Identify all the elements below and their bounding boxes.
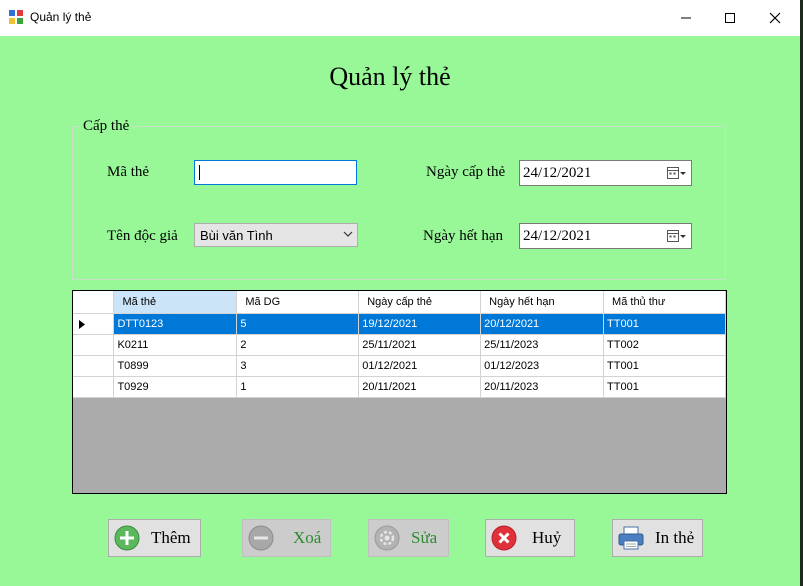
print-card-button-label: In thẻ: [655, 528, 695, 547]
group-title: Cấp thẻ: [80, 118, 133, 135]
delete-button-label: Xoá: [293, 528, 322, 547]
row-header[interactable]: [73, 313, 115, 335]
row-header[interactable]: [73, 334, 115, 356]
cell[interactable]: 3: [236, 355, 360, 377]
cards-data-grid[interactable]: Mã thẻ Mã DG Ngày cấp thẻ Ngày hết hạn M…: [72, 290, 727, 494]
reader-name-value: Bùi văn Tình: [200, 228, 273, 243]
cancel-button[interactable]: Huỷ: [485, 519, 575, 557]
printer-icon: [618, 526, 644, 550]
column-header-ma-the[interactable]: Mã thẻ: [113, 291, 238, 314]
print-card-button[interactable]: In thẻ: [612, 519, 703, 557]
cancel-circle-icon: [491, 525, 517, 551]
cards-table: Mã thẻ Mã DG Ngày cấp thẻ Ngày hết hạn M…: [73, 291, 726, 398]
table-row[interactable]: T0899 3 01/12/2021 01/12/2023 TT001: [73, 355, 726, 377]
current-row-icon: [79, 319, 85, 329]
close-button[interactable]: [752, 0, 798, 36]
row-header[interactable]: [73, 376, 115, 398]
edit-button[interactable]: Sửa: [368, 519, 449, 557]
cell[interactable]: TT001: [603, 376, 726, 398]
card-id-label: Mã thẻ: [107, 164, 150, 180]
grid-corner-cell[interactable]: [73, 291, 115, 314]
main-window: Quản lý thẻ Quản lý thẻ Cấp thẻ Mã thẻ T…: [0, 0, 800, 586]
cell[interactable]: 19/12/2021: [358, 313, 482, 335]
cell[interactable]: 2: [236, 334, 360, 356]
minimize-button[interactable]: [663, 0, 709, 36]
maximize-icon: [725, 13, 735, 23]
card-id-input[interactable]: [194, 160, 357, 185]
issue-date-label: Ngày cấp thẻ: [426, 164, 506, 180]
cell[interactable]: 20/12/2021: [480, 313, 605, 335]
cell[interactable]: 5: [236, 313, 360, 335]
cell[interactable]: 01/12/2023: [480, 355, 605, 377]
calendar-icon[interactable]: [667, 230, 687, 243]
issue-date-value: 24/12/2021: [523, 165, 592, 181]
plus-circle-icon: [114, 525, 140, 551]
minus-circle-icon: [248, 525, 274, 551]
column-header-ngay-het[interactable]: Ngày hết hạn: [480, 291, 605, 314]
add-button[interactable]: Thêm: [108, 519, 201, 557]
column-header-ma-thu-thu[interactable]: Mã thủ thư: [603, 291, 726, 314]
gear-icon: [374, 525, 400, 551]
app-icon: [9, 10, 23, 24]
cell[interactable]: 1: [236, 376, 360, 398]
edit-button-label: Sửa: [411, 528, 438, 547]
table-row[interactable]: DTT0123 5 19/12/2021 20/12/2021 TT001: [73, 313, 726, 335]
row-header[interactable]: [73, 355, 115, 377]
window-title: Quản lý thẻ: [30, 10, 92, 24]
add-button-label: Thêm: [151, 528, 191, 547]
cell[interactable]: TT002: [603, 334, 726, 356]
cell[interactable]: 25/11/2023: [480, 334, 605, 356]
expiry-date-value: 24/12/2021: [523, 228, 592, 244]
close-icon: [769, 12, 781, 24]
cell[interactable]: 25/11/2021: [358, 334, 482, 356]
cell[interactable]: TT001: [603, 355, 726, 377]
cell[interactable]: 20/11/2023: [480, 376, 605, 398]
minimize-icon: [681, 17, 691, 19]
text-caret: [199, 165, 200, 180]
cell[interactable]: T0899: [113, 355, 238, 377]
chevron-down-icon: [343, 231, 353, 237]
expiry-date-label: Ngày hết hạn: [423, 228, 503, 244]
cell[interactable]: 01/12/2021: [358, 355, 482, 377]
table-row[interactable]: T0929 1 20/11/2021 20/11/2023 TT001: [73, 376, 726, 398]
reader-name-select[interactable]: Bùi văn Tình: [194, 223, 358, 247]
cell[interactable]: K0211: [113, 334, 238, 356]
expiry-date-picker[interactable]: 24/12/2021: [519, 223, 692, 249]
cell[interactable]: DTT0123: [113, 313, 238, 335]
maximize-button[interactable]: [707, 0, 753, 36]
cell[interactable]: T0929: [113, 376, 238, 398]
table-row[interactable]: K0211 2 25/11/2021 25/11/2023 TT002: [73, 334, 726, 356]
page-title: Quản lý thẻ: [329, 62, 451, 91]
card-issue-group: [72, 126, 726, 280]
cancel-button-label: Huỷ: [532, 528, 562, 547]
table-header-row: Mã thẻ Mã DG Ngày cấp thẻ Ngày hết hạn M…: [73, 291, 726, 314]
column-header-ma-dg[interactable]: Mã DG: [236, 291, 360, 314]
cell[interactable]: 20/11/2021: [358, 376, 482, 398]
cell[interactable]: TT001: [603, 313, 726, 335]
issue-date-picker[interactable]: 24/12/2021: [519, 160, 692, 186]
delete-button[interactable]: Xoá: [242, 519, 331, 557]
calendar-icon[interactable]: [667, 167, 687, 180]
title-bar[interactable]: Quản lý thẻ: [0, 0, 800, 36]
reader-name-label: Tên độc giả: [107, 228, 178, 244]
column-header-ngay-cap[interactable]: Ngày cấp thẻ: [358, 291, 482, 314]
